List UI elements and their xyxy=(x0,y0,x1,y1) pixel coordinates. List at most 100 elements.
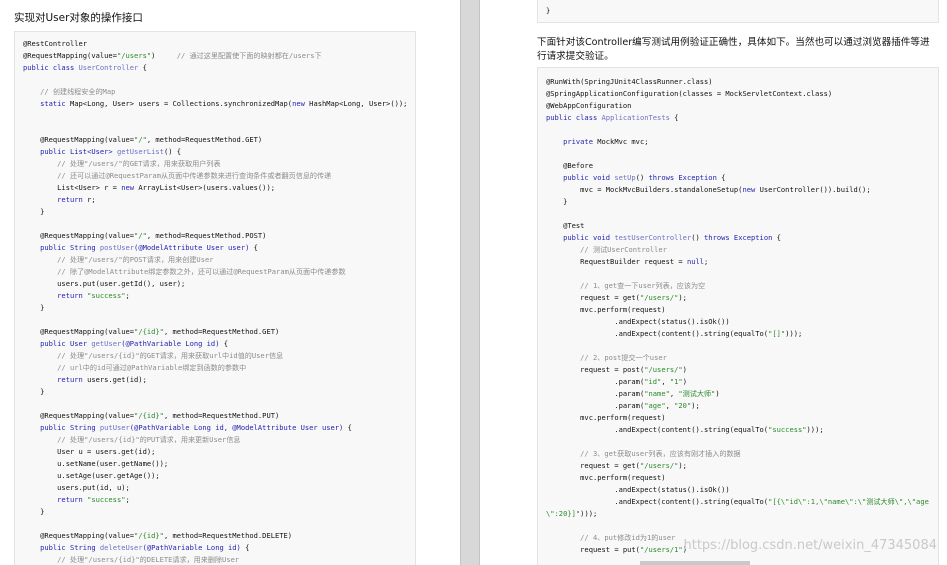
code-token: public class xyxy=(546,113,602,122)
code-token: u.setAge(user.getAge()); xyxy=(23,471,160,480)
code-token: throws Exception xyxy=(704,233,773,242)
code-token: ) xyxy=(682,377,687,386)
code-token: // 处理"/users/{id}"的GET请求，用来获取url中id值的Use… xyxy=(23,351,284,360)
code-token: ))); xyxy=(785,329,803,338)
code-line: public void testUserController() throws … xyxy=(546,232,781,243)
code-line: @RequestMapping(value="/{id}", method=Re… xyxy=(23,530,292,541)
code-token: ); xyxy=(678,293,687,302)
code-token: mvc.perform(request) xyxy=(546,473,666,482)
code-line: RequestBuilder request = null; xyxy=(546,256,708,267)
code-line: .param("id", "1") xyxy=(546,376,687,387)
code-token: // 处理"/users/{id}"的DELETE请求，用来删除User xyxy=(23,555,240,564)
code-token: () xyxy=(635,173,649,182)
code-token: // 处理"/users/{id}"的PUT请求，用来更新User信息 xyxy=(23,435,241,444)
code-line: mvc.perform(request) xyxy=(546,304,665,315)
code-token: @RequestMapping(value= xyxy=(23,411,135,420)
code-line: .andExpect(status().isOk()) xyxy=(546,316,729,327)
code-token: ; xyxy=(125,495,130,504)
code-token: static xyxy=(23,99,70,108)
code-token: .andExpect(status().isOk()) xyxy=(546,485,730,494)
code-token: "success" xyxy=(87,495,126,504)
code-token: (@PathVariable Long id) xyxy=(121,339,220,348)
code-token: throws Exception xyxy=(648,173,717,182)
code-token: "[]" xyxy=(768,329,786,338)
code-line: // 处理"/users/"的POST请求，用来创建User xyxy=(23,254,213,265)
code-token: "[{\"id\":1,\"name\":\"测试大师\",\"age xyxy=(768,497,929,506)
code-line: @RequestMapping(value="/{id}", method=Re… xyxy=(23,410,279,421)
code-token: ArrayList<User>(users.values()); xyxy=(138,183,275,192)
code-token: (@PathVariable Long id, @ModelAttribute … xyxy=(129,423,344,432)
code-token: @RequestMapping(value= xyxy=(23,327,135,336)
code-line: // 创建线程安全的Map xyxy=(23,86,115,97)
code-token: @RestController xyxy=(23,39,88,48)
left-page: 实现对User对象的操作接口 @RestController @RequestMa… xyxy=(0,0,459,565)
code-token: "/{id}" xyxy=(134,327,164,336)
code-token: String xyxy=(69,243,96,252)
code-token: String xyxy=(69,543,96,552)
code-line: // 测试UserController xyxy=(546,244,667,255)
code-token: } xyxy=(23,207,45,216)
previous-code-block-end: } xyxy=(537,0,939,23)
code-line: } xyxy=(23,206,44,217)
code-token: new xyxy=(742,185,760,194)
code-token: List<User> xyxy=(69,147,113,156)
code-token: , method=RequestMethod.PUT) xyxy=(163,411,280,420)
code-token: , method=RequestMethod.GET) xyxy=(163,327,280,336)
code-token: public void xyxy=(546,233,615,242)
code-token: UserController xyxy=(78,63,139,72)
code-token: Map<Long, User> users = Collections.sync… xyxy=(69,99,293,108)
section-heading: 实现对User对象的操作接口 xyxy=(14,12,143,24)
code-token: private xyxy=(546,137,598,146)
code-token: public xyxy=(23,543,70,552)
code-token: putUser xyxy=(95,423,130,432)
code-token: "name" xyxy=(644,389,670,398)
horizontal-scrollbar[interactable] xyxy=(640,561,750,565)
code-line: @RunWith(SpringJUnit4ClassRunner.class) xyxy=(546,76,713,87)
code-token: ) xyxy=(715,389,720,398)
code-token: List<User> r = xyxy=(23,183,122,192)
code-token: ))); xyxy=(806,425,824,434)
code-token: getUser xyxy=(87,339,122,348)
code-line: // 2、post提交一个user xyxy=(546,352,667,363)
code-line: public User getUser(@PathVariable Long i… xyxy=(23,338,228,349)
code-token: { xyxy=(138,63,147,72)
code-line: } xyxy=(23,302,44,313)
code-token: "20" xyxy=(674,401,692,410)
code-token: ; xyxy=(125,291,130,300)
code-line: List<User> r = new ArrayList<User>(users… xyxy=(23,182,275,193)
code-token: "/{id}" xyxy=(134,531,164,540)
code-token: users.get(id); xyxy=(87,375,147,384)
code-token: () { xyxy=(163,147,182,156)
intro-paragraph: 下面针对该Controller编写测试用例验证正确性，具体如下。当然也可以通过浏… xyxy=(537,37,930,62)
code-token: { xyxy=(219,339,229,348)
code-token: mvc = MockMvcBuilders.standaloneSetup( xyxy=(546,185,743,194)
code-line: public String deleteUser(@PathVariable L… xyxy=(23,542,249,553)
code-line: static Map<Long, User> users = Collectio… xyxy=(23,98,407,109)
code-token: .andExpect(content().string(equalTo( xyxy=(546,329,769,338)
code-token: "/users/1" xyxy=(639,545,683,554)
code-line: public class ApplicationTests { xyxy=(546,112,678,123)
code-token: @Before xyxy=(546,161,593,170)
code-line: @RequestMapping(value="/", method=Reques… xyxy=(23,230,266,241)
code-line: request = get("/users/"); xyxy=(546,460,687,471)
code-token: @SpringApplicationConfiguration(classes … xyxy=(546,89,833,98)
code-line: @WebAppConfiguration xyxy=(546,100,631,111)
code-line: request = post("/users/") xyxy=(546,364,687,375)
code-token: "success" xyxy=(768,425,807,434)
code-token: @WebAppConfiguration xyxy=(546,101,632,110)
code-line: .andExpect(content().string(equalTo("[{\… xyxy=(546,496,929,507)
code-token: @RequestMapping(value= xyxy=(23,531,135,540)
code-token: "/users/" xyxy=(644,365,683,374)
code-token: ) xyxy=(682,365,687,374)
code-token: .param( xyxy=(546,377,645,386)
code-token: return xyxy=(23,495,88,504)
code-token: "1" xyxy=(669,377,683,386)
code-line: } xyxy=(23,506,44,517)
code-token: "/{id}" xyxy=(134,411,164,420)
code-token: // 通过这里配置使下面的映射都在/users下 xyxy=(155,51,322,60)
code-token: // 测试UserController xyxy=(546,245,667,254)
code-token: public xyxy=(23,423,70,432)
code-line: mvc.perform(request) xyxy=(546,472,666,483)
code-token: (@ModelAttribute User user) xyxy=(134,243,250,252)
code-token: // 2、post提交一个user xyxy=(546,353,667,362)
